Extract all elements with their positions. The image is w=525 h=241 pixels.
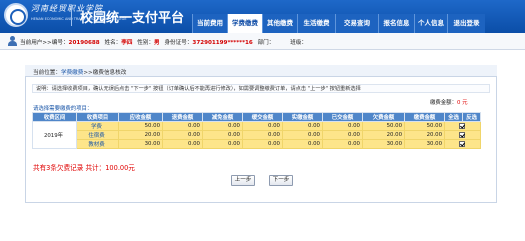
platform-title: 校园统一支付平台 (80, 11, 185, 26)
refund-amount: 0.00 (162, 121, 203, 131)
prev-step-button[interactable]: 上一步 (231, 175, 255, 186)
defer-amount: 0.00 (242, 130, 283, 140)
table-row: 教材费 30.00 0.00 0.00 0.00 0.00 0.00 30.00… (33, 139, 481, 149)
owed-amount: 30.00 (362, 139, 405, 149)
breadcrumb-separator: >> (83, 70, 93, 76)
breadcrumb-prefix: 当前位置： (33, 70, 61, 76)
actual-amount: 0.00 (282, 121, 323, 131)
select-all-header[interactable]: 全选 (444, 112, 463, 122)
nav-tuition-payment[interactable]: 学费缴费 (227, 14, 262, 33)
header-divider (71, 6, 72, 26)
id-value: 20190688 (68, 40, 100, 46)
defer-amount: 0.00 (242, 139, 283, 149)
col-header: 应收金额 (118, 112, 163, 122)
waive-amount: 0.00 (202, 139, 243, 149)
current-user-label: 当前用户>> (20, 40, 52, 46)
paid-amount: 0.00 (322, 121, 363, 131)
row-checkbox[interactable] (458, 122, 465, 129)
row-checkbox-cell (444, 139, 481, 149)
waive-amount: 0.00 (202, 130, 243, 140)
nav-logout[interactable]: 退出登录 (447, 14, 485, 33)
breadcrumb: 当前位置：学费缴费>>缴费信息核改 (33, 68, 126, 76)
select-items-label: 请选择需要缴费的项目： (33, 106, 93, 112)
refund-amount: 0.00 (162, 130, 203, 140)
payment-amount-value: 0 元 (456, 100, 468, 106)
idcard-label: 身份证号： (164, 40, 193, 46)
row-checkbox-cell (444, 121, 481, 131)
col-header: 收费项目 (76, 112, 119, 122)
dept-label: 部门： (257, 40, 275, 46)
nav-registration-info[interactable]: 报名信息 (378, 14, 414, 33)
actual-amount: 0.00 (282, 139, 323, 149)
table-row: 住宿费 20.00 0.00 0.00 0.00 0.00 0.00 20.00… (33, 130, 481, 140)
nav-personal-info[interactable]: 个人信息 (414, 14, 447, 33)
fee-item: 教材费 (76, 139, 119, 149)
class-label: 班级： (290, 40, 307, 46)
col-header: 实缴金额 (282, 112, 323, 122)
refund-amount: 0.00 (162, 139, 203, 149)
table-header-row: 收费区间 收费项目 应收金额 退费金额 减免金额 缓交金额 实缴金额 已交金额 … (32, 112, 481, 122)
owed-amount: 20.00 (362, 130, 405, 140)
user-icon (8, 36, 17, 46)
idcard-value: 372901199******16 (192, 40, 253, 46)
next-step-button[interactable]: 下一步 (269, 175, 293, 186)
instruction-note: 说明：请选择收费项目，确认无误后点击 "下一步" 按钮（订单确认后不能再进行修改… (32, 84, 490, 93)
name-value: 李四 (121, 40, 133, 46)
pay-amount: 30.00 (404, 139, 445, 149)
due-amount: 30.00 (118, 139, 163, 149)
nav-transaction-query[interactable]: 交易查询 (335, 14, 378, 33)
pay-amount: 50.00 (404, 121, 445, 131)
pay-amount: 20.00 (404, 130, 445, 140)
due-amount: 50.00 (118, 121, 163, 131)
col-header: 缓交金额 (242, 112, 283, 122)
paid-amount: 0.00 (322, 139, 363, 149)
payment-amount-label: 缴费金额： (430, 100, 457, 106)
fee-item: 住宿费 (76, 130, 119, 140)
fee-table: 收费区间 收费项目 应收金额 退费金额 减免金额 缓交金额 实缴金额 已交金额 … (32, 112, 481, 149)
user-info: 当前用户>>编号：20190688 姓名：李四 性别：男 身份证号：372901… (20, 38, 310, 46)
row-checkbox[interactable] (458, 131, 465, 138)
due-amount: 20.00 (118, 130, 163, 140)
fee-item: 学费 (76, 121, 119, 131)
payment-amount: 缴费金额：0 元 (430, 98, 468, 106)
col-header: 收费区间 (32, 112, 77, 122)
waive-amount: 0.00 (202, 121, 243, 131)
actual-amount: 0.00 (282, 130, 323, 140)
invert-select-header[interactable]: 反选 (462, 112, 481, 122)
top-header: 河南经贸职业学院 HENAN ECONOMIC AND TRADE VOCATI… (0, 0, 525, 33)
nav-current-fees[interactable]: 当前费用 (192, 14, 227, 33)
breadcrumb-current: 缴费信息核改 (92, 70, 127, 76)
col-header: 减免金额 (202, 112, 243, 122)
paid-amount: 0.00 (322, 130, 363, 140)
defer-amount: 0.00 (242, 121, 283, 131)
breadcrumb-tuition[interactable]: 学费缴费 (61, 70, 83, 76)
col-header: 欠费金额 (362, 112, 405, 122)
user-info-bar: 当前用户>>编号：20190688 姓名：李四 性别：男 身份证号：372901… (0, 33, 525, 50)
name-label: 姓名： (104, 40, 122, 46)
gender-label: 性别： (137, 40, 155, 46)
gender-value: 男 (154, 40, 160, 46)
owed-amount: 50.00 (362, 121, 405, 131)
row-checkbox-cell (444, 130, 481, 140)
col-header: 已交金额 (322, 112, 363, 122)
arrears-summary: 共有3条欠费记录 共计：100.00元 (33, 164, 135, 172)
col-header: 退费金额 (162, 112, 203, 122)
school-logo-icon (4, 3, 28, 27)
main-nav: 当前费用 学费缴费 其他缴费 生活缴费 交易查询 报名信息 个人信息 退出登录 (192, 14, 485, 33)
nav-living-payment[interactable]: 生活缴费 (297, 14, 335, 33)
id-label: 编号： (51, 40, 69, 46)
col-header: 缴费金额 (404, 112, 445, 122)
fee-year: 2019年 (32, 121, 77, 149)
row-checkbox[interactable] (458, 140, 465, 147)
table-row: 2019年 学费 50.00 0.00 0.00 0.00 0.00 0.00 … (32, 121, 481, 149)
nav-other-payment[interactable]: 其他缴费 (262, 14, 297, 33)
